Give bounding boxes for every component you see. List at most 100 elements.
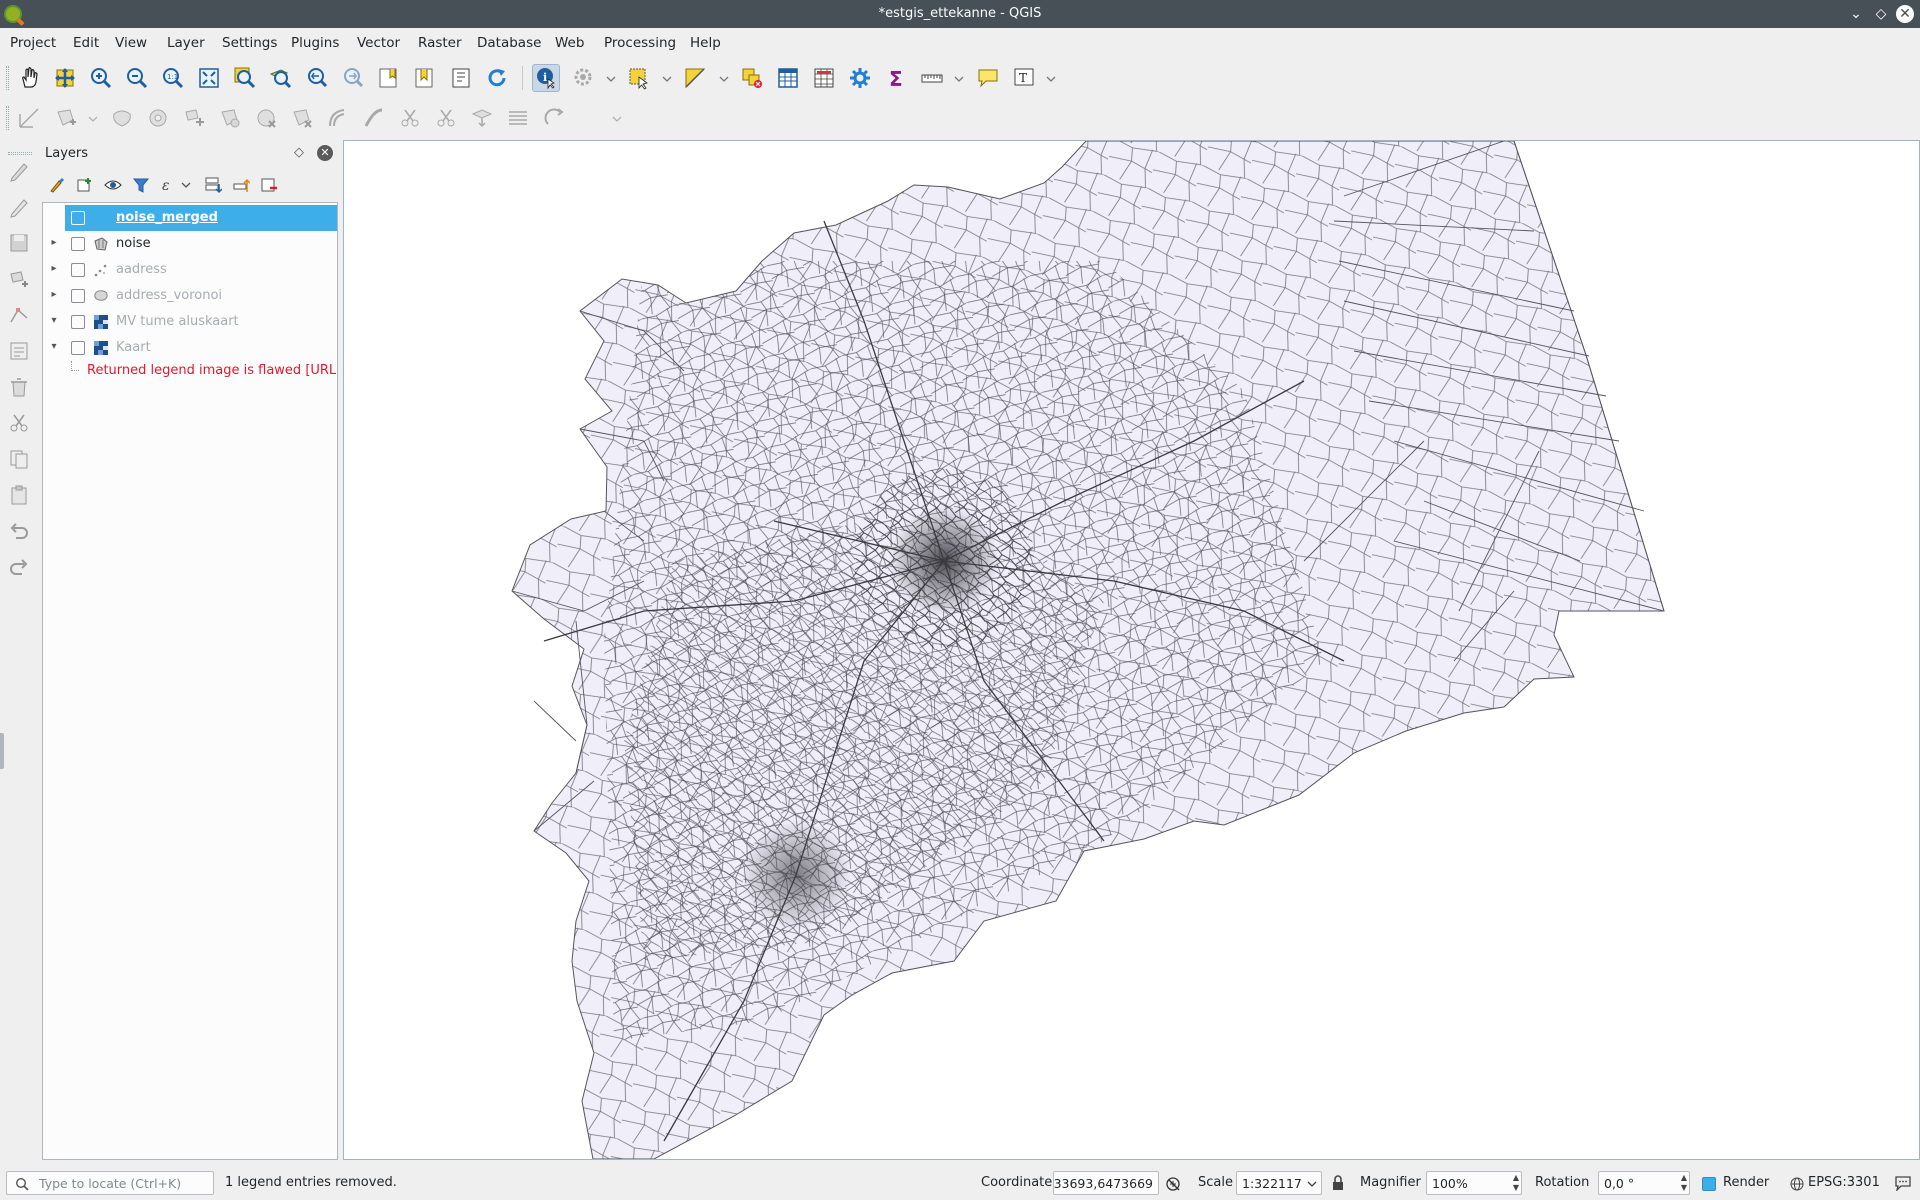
- menu-project[interactable]: Project: [10, 35, 56, 51]
- menu-layer[interactable]: Layer: [167, 35, 205, 51]
- menu-view[interactable]: View: [115, 35, 147, 51]
- delete-ring-icon[interactable]: [252, 104, 280, 132]
- layer-visibility-checkbox[interactable]: [71, 341, 85, 355]
- manage-visibility-icon[interactable]: [102, 174, 124, 196]
- spin-arrows-icon[interactable]: ▲ ▼: [1513, 1173, 1519, 1193]
- menu-web[interactable]: Web: [555, 35, 584, 51]
- expand-all-icon[interactable]: [202, 174, 224, 196]
- copy-features-icon[interactable]: [6, 446, 32, 472]
- collapse-all-icon[interactable]: [230, 174, 252, 196]
- layer-visibility-checkbox[interactable]: [71, 237, 85, 251]
- minimize-icon[interactable]: ⌄: [1846, 4, 1866, 24]
- processing-toolbox-icon[interactable]: [846, 64, 874, 92]
- add-group-icon[interactable]: [74, 174, 96, 196]
- menu-database[interactable]: Database: [477, 35, 541, 51]
- filter-by-expression-icon[interactable]: ε: [158, 174, 180, 196]
- vertex-tool-icon[interactable]: [6, 302, 32, 328]
- save-edits-icon[interactable]: [6, 230, 32, 256]
- close-window-icon[interactable]: ✕: [1896, 5, 1914, 23]
- chevron-down-icon[interactable]: [662, 73, 672, 83]
- add-polygon-icon[interactable]: [52, 104, 80, 132]
- collapsed-dock-tab[interactable]: [0, 733, 4, 769]
- remove-layer-icon[interactable]: [258, 174, 280, 196]
- offset-curve-icon[interactable]: [324, 104, 352, 132]
- rotation-spinbox[interactable]: 0,0 ° ▲ ▼: [1598, 1171, 1690, 1195]
- show-bookmarks-icon[interactable]: [411, 64, 439, 92]
- chevron-down-icon[interactable]: ▾: [48, 315, 60, 327]
- chevron-down-icon[interactable]: [719, 73, 729, 83]
- map-tips-icon[interactable]: [974, 64, 1002, 92]
- coordinate-field[interactable]: 633693,6473669: [1053, 1171, 1159, 1195]
- layer-visibility-checkbox[interactable]: [71, 211, 85, 225]
- zoom-full-icon[interactable]: [195, 64, 223, 92]
- style-manager-icon[interactable]: [46, 174, 68, 196]
- maximize-icon[interactable]: ◇: [1871, 4, 1891, 24]
- spin-arrows-icon[interactable]: ▲ ▼: [1681, 1173, 1687, 1193]
- layer-item-aadress[interactable]: ▸ aadress: [43, 257, 337, 283]
- chevron-down-icon[interactable]: [180, 174, 192, 196]
- deselect-all-icon[interactable]: [738, 64, 766, 92]
- layer-item-address-voronoi[interactable]: ▸ address_voronoi: [43, 283, 337, 309]
- zoom-last-icon[interactable]: [303, 64, 331, 92]
- crs-label[interactable]: EPSG:3301: [1808, 1175, 1880, 1190]
- chevron-right-icon[interactable]: ▸: [48, 237, 60, 249]
- run-feature-action-icon[interactable]: [570, 64, 598, 92]
- crs-globe-icon[interactable]: [1790, 1177, 1804, 1191]
- statistical-summary-icon[interactable]: [810, 64, 838, 92]
- locator-search-input[interactable]: Type to locate (Ctrl+K): [6, 1171, 214, 1195]
- messages-icon[interactable]: [1894, 1175, 1912, 1193]
- open-attribute-table-icon[interactable]: [774, 64, 802, 92]
- chevron-right-icon[interactable]: ▸: [48, 263, 60, 275]
- zoom-to-selection-icon[interactable]: [231, 64, 259, 92]
- scale-combobox[interactable]: 1:322117: [1236, 1171, 1322, 1195]
- cut-features-icon[interactable]: [6, 410, 32, 436]
- modify-attributes-icon[interactable]: [6, 338, 32, 364]
- identify-features-icon[interactable]: i: [532, 64, 560, 92]
- text-annotation-icon[interactable]: T: [1010, 64, 1038, 92]
- paste-features-icon[interactable]: [6, 482, 32, 508]
- render-checkbox[interactable]: [1702, 1177, 1716, 1191]
- current-edits-icon[interactable]: [6, 158, 32, 184]
- select-features-icon[interactable]: [625, 64, 653, 92]
- split-features-icon[interactable]: [396, 104, 424, 132]
- new-bookmark-icon[interactable]: [375, 64, 403, 92]
- chevron-down-icon[interactable]: [954, 73, 964, 83]
- zoom-native-icon[interactable]: 1:1: [159, 64, 187, 92]
- menu-processing[interactable]: Processing: [604, 35, 676, 51]
- layer-visibility-checkbox[interactable]: [71, 315, 85, 329]
- chevron-down-icon[interactable]: [612, 113, 622, 123]
- toolbar-handle[interactable]: [8, 152, 32, 155]
- chevron-down-icon[interactable]: [88, 113, 98, 123]
- field-calculator-icon[interactable]: Σ: [882, 64, 910, 92]
- menu-raster[interactable]: Raster: [418, 35, 462, 51]
- chevron-down-icon[interactable]: [1046, 73, 1056, 83]
- close-panel-icon[interactable]: ✕: [317, 145, 333, 161]
- delete-part-icon[interactable]: [288, 104, 316, 132]
- map-canvas[interactable]: [343, 140, 1920, 1160]
- menu-edit[interactable]: Edit: [73, 35, 99, 51]
- add-feature-icon[interactable]: [6, 266, 32, 292]
- refresh-icon[interactable]: [483, 64, 511, 92]
- select-by-expression-icon[interactable]: [681, 64, 709, 92]
- redo-icon[interactable]: [6, 554, 32, 580]
- split-parts-icon[interactable]: [432, 104, 460, 132]
- chevron-right-icon[interactable]: ▸: [48, 289, 60, 301]
- layer-item-noise[interactable]: ▸ noise: [43, 231, 337, 257]
- chevron-down-icon[interactable]: [606, 73, 616, 83]
- zoom-to-layer-icon[interactable]: [267, 64, 295, 92]
- digitize-with-segment-icon[interactable]: [15, 104, 43, 132]
- toolbar-handle[interactable]: [6, 66, 9, 90]
- chevron-down-icon[interactable]: ▾: [48, 341, 60, 353]
- filter-legend-icon[interactable]: [130, 174, 152, 196]
- add-part-icon[interactable]: [180, 104, 208, 132]
- layer-item-mv-tume-aluskaart[interactable]: ▾ MV tume aluskaart: [43, 309, 337, 335]
- pan-map-icon[interactable]: [15, 64, 43, 92]
- magnifier-spinbox[interactable]: 100% ▲ ▼: [1426, 1171, 1522, 1195]
- layer-item-noise-merged[interactable]: noise_merged: [65, 205, 337, 231]
- zoom-in-icon[interactable]: [87, 64, 115, 92]
- menu-help[interactable]: Help: [690, 35, 721, 51]
- toggle-extents-icon[interactable]: [1166, 1176, 1182, 1192]
- reshape-icon[interactable]: [108, 104, 136, 132]
- menu-vector[interactable]: Vector: [357, 35, 400, 51]
- toggle-editing-icon[interactable]: [6, 194, 32, 220]
